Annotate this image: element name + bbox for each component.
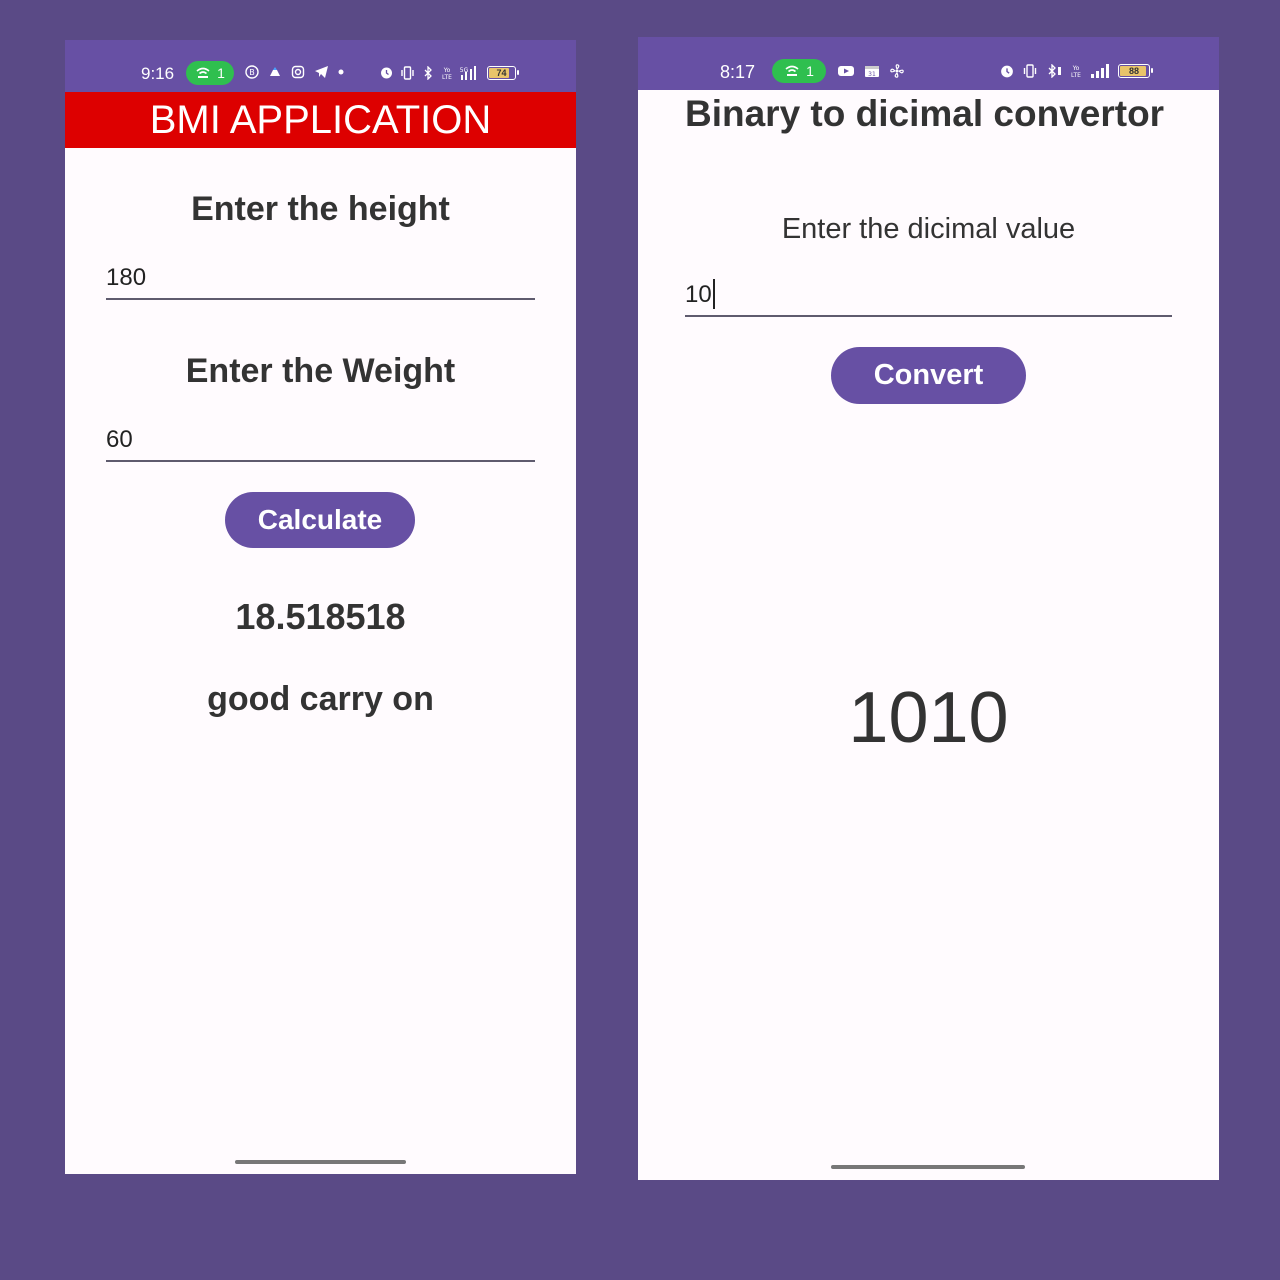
status-system-icons: Yo LTE 5G 74	[379, 65, 519, 80]
signal-icon	[1089, 64, 1111, 78]
decimal-input-label: Enter the dicimal value	[781, 213, 1076, 245]
decimal-input[interactable]: 10	[685, 271, 1172, 317]
call-pill: 1	[186, 61, 234, 85]
page-title: Binary to dicimal convertor	[685, 93, 1165, 134]
calculate-button[interactable]: Calculate	[225, 492, 415, 548]
bmi-result: 18.518518	[235, 596, 406, 637]
text-cursor	[712, 279, 715, 309]
status-system-icons: Yo LTE 88	[999, 63, 1153, 79]
app-title: BMI APPLICATION	[149, 97, 492, 142]
app-title-bar: BMI APPLICATION	[65, 92, 576, 148]
height-input[interactable]: 180	[106, 256, 535, 300]
fan-icon	[889, 63, 905, 79]
telegram-icon	[314, 65, 329, 79]
battery-icon: 88	[1118, 64, 1153, 78]
alarm-icon	[379, 65, 394, 80]
call-pill: 1	[772, 59, 826, 83]
home-indicator[interactable]	[831, 1165, 1025, 1169]
convert-button[interactable]: Convert	[831, 347, 1026, 404]
home-indicator[interactable]	[235, 1160, 406, 1164]
bluetooth-icon	[1045, 64, 1063, 78]
vibrate-icon	[400, 65, 415, 80]
instagram-icon	[291, 65, 305, 79]
svg-text:B: B	[249, 68, 255, 77]
svg-text:LTE: LTE	[1071, 72, 1081, 78]
status-time: 8:17	[720, 62, 756, 82]
alarm-icon	[999, 63, 1015, 79]
signal-5g-icon: 5G	[459, 65, 481, 80]
height-label: Enter the height	[191, 190, 450, 228]
drive-icon	[268, 65, 282, 79]
status-bar: 9:16 1 B Yo LTE 5G 74	[65, 40, 576, 92]
status-notification-icons: B	[245, 65, 344, 79]
status-time: 9:16	[141, 64, 175, 83]
vibrate-icon	[1022, 64, 1038, 78]
call-pill-count: 1	[806, 63, 814, 79]
bmi-message: good carry on	[207, 680, 434, 718]
status-bar: 8:17 1 31 Yo LTE 88	[638, 37, 1219, 90]
svg-text:5G: 5G	[460, 67, 469, 74]
bmi-phone-screen: 9:16 1 B Yo LTE 5G 74 BMI APPLICATION Ent…	[65, 40, 576, 1174]
calendar-icon: 31	[864, 64, 880, 78]
volte-icon: Yo LTE	[441, 66, 453, 80]
svg-text:LTE: LTE	[442, 74, 452, 80]
youtube-icon	[837, 64, 855, 78]
battery-icon: 74	[487, 65, 519, 80]
height-input-value: 180	[106, 264, 147, 291]
binary-result: 1010	[848, 678, 1009, 758]
weight-label: Enter the Weight	[185, 352, 456, 390]
decimal-input-value: 10	[685, 281, 712, 308]
weight-input[interactable]: 60	[106, 418, 535, 462]
bluetooth-icon	[421, 65, 435, 80]
b-app-icon: B	[245, 65, 259, 79]
hotspot-icon	[195, 66, 211, 80]
call-pill-count: 1	[217, 65, 225, 81]
volte-icon: Yo LTE	[1070, 64, 1082, 78]
converter-phone-screen: 8:17 1 31 Yo LTE 88 Binary to dicimal con…	[638, 37, 1219, 1180]
svg-text:Yo: Yo	[1072, 65, 1080, 72]
hotspot-icon	[784, 64, 800, 78]
weight-input-value: 60	[106, 426, 133, 453]
status-notification-icons: 31	[837, 63, 905, 79]
svg-text:31: 31	[868, 71, 876, 78]
dot-icon	[338, 69, 344, 75]
svg-text:Yo: Yo	[443, 67, 451, 74]
